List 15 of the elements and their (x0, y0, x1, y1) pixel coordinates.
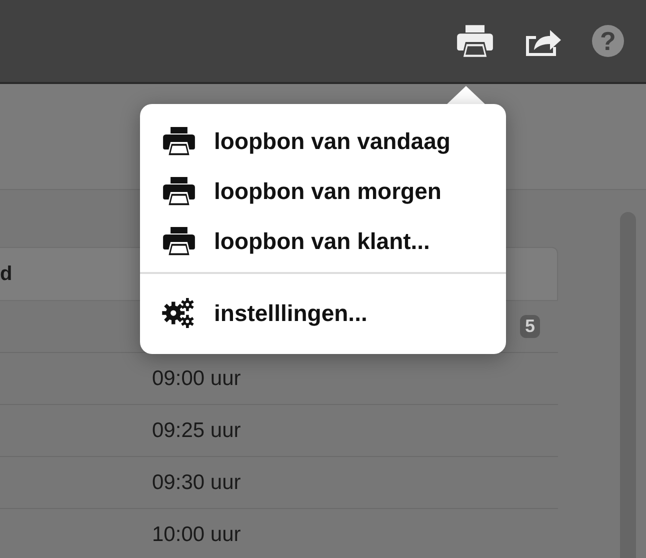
table-cell: 09:25 uur (152, 418, 241, 442)
table-cell: 10:00 uur (152, 522, 241, 546)
menu-item[interactable]: instelllingen... (140, 288, 506, 338)
printer-icon (162, 176, 196, 206)
count-badge: 5 (520, 315, 540, 338)
table-cell: 09:30 uur (152, 470, 241, 494)
gears-icon (162, 298, 196, 328)
menu-item[interactable]: loopbon van klant... (140, 216, 506, 266)
printer-icon (456, 24, 494, 58)
table-cell: 09:00 uur (152, 366, 241, 390)
column-header: d (0, 262, 12, 286)
printer-icon (162, 226, 196, 256)
print-button[interactable] (456, 24, 494, 58)
printer-icon (162, 126, 196, 156)
menu-item[interactable]: loopbon van morgen (140, 166, 506, 216)
